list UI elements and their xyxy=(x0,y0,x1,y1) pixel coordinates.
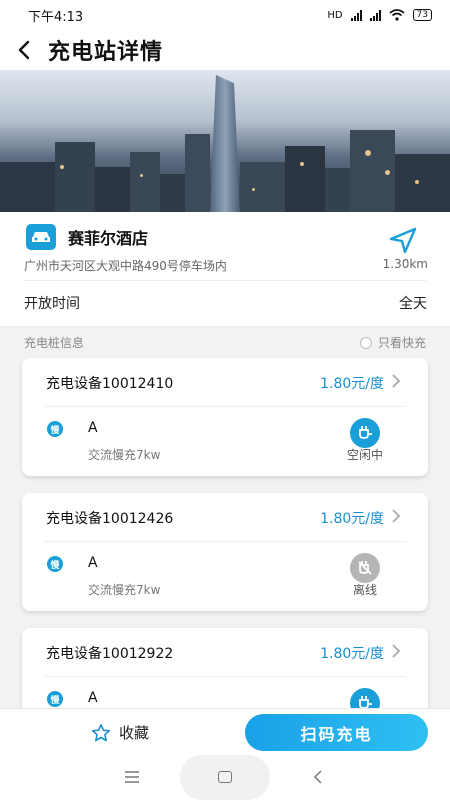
status-time: 下午4:13 xyxy=(28,9,84,25)
card-divider xyxy=(44,541,406,542)
device-name: 充电设备10012410 xyxy=(46,376,174,392)
wifi-icon xyxy=(389,9,405,21)
slow-charge-badge: 慢 xyxy=(47,691,63,707)
fast-charge-filter[interactable]: 只看快充 xyxy=(359,334,426,351)
device-price: 1.80元/度 xyxy=(320,646,384,662)
section-title: 充电桩信息 xyxy=(24,336,85,350)
station-name: 赛菲尔酒店 xyxy=(68,229,149,248)
port-type: 交流慢充7kw xyxy=(88,448,161,462)
section-divider xyxy=(0,326,450,327)
slow-charge-badge: 慢 xyxy=(47,556,63,572)
slow-charge-badge: 慢 xyxy=(47,421,63,437)
fast-charge-label: 只看快充 xyxy=(377,336,426,350)
port-id: A xyxy=(88,690,98,706)
status-bar: 下午4:13 HD 73 xyxy=(0,0,450,30)
car-icon xyxy=(26,224,56,250)
page-title: 充电站详情 xyxy=(48,40,164,65)
card-divider xyxy=(44,676,406,677)
device-card[interactable]: 充电设备10012426 1.80元/度 慢 A 交流慢充7kw 离线 xyxy=(22,493,428,611)
system-nav-bar xyxy=(0,755,450,800)
port-id: A xyxy=(88,420,98,436)
back-button[interactable] xyxy=(0,30,48,70)
hours-value: 全天 xyxy=(399,296,427,312)
device-price: 1.80元/度 xyxy=(320,376,384,392)
device-card[interactable]: 充电设备10012410 1.80元/度 慢 A 交流慢充7kw 空闲中 xyxy=(22,358,428,476)
chevron-right-icon xyxy=(392,644,401,658)
scan-charge-button[interactable]: 扫码充电 xyxy=(245,714,428,751)
favorite-button[interactable]: 收藏 xyxy=(91,722,149,743)
station-distance: 1.30km xyxy=(382,257,428,271)
card-divider xyxy=(44,406,406,407)
network-type: HD xyxy=(327,9,343,21)
action-bar: 收藏 扫码充电 xyxy=(0,708,450,755)
device-name: 充电设备10012922 xyxy=(46,646,174,662)
port-status: 离线 xyxy=(352,583,377,597)
port-type: 交流慢充7kw xyxy=(88,583,161,597)
status-icons: HD 73 xyxy=(327,9,432,21)
hours-label: 开放时间 xyxy=(24,296,80,312)
signal-icon xyxy=(350,9,362,21)
station-address: 广州市天河区大观中路490号停车场内 xyxy=(24,259,227,273)
home-icon[interactable] xyxy=(218,771,232,783)
back-arrow-icon xyxy=(18,40,30,60)
menu-icon[interactable] xyxy=(124,770,140,784)
plug-icon xyxy=(350,418,380,448)
port-id: A xyxy=(88,555,98,571)
fast-charge-radio[interactable] xyxy=(359,336,372,349)
navigate-icon[interactable] xyxy=(388,226,418,254)
device-price: 1.80元/度 xyxy=(320,511,384,527)
device-name: 充电设备10012426 xyxy=(46,511,174,527)
star-icon xyxy=(91,723,111,741)
plug-offline-icon xyxy=(350,553,380,583)
station-photo xyxy=(0,70,450,212)
battery-icon: 73 xyxy=(412,9,432,21)
header: 充电站详情 xyxy=(0,30,450,70)
signal-icon-2 xyxy=(369,9,381,21)
station-title-row: 赛菲尔酒店 xyxy=(26,224,148,250)
chevron-right-icon xyxy=(392,374,401,388)
system-back-icon[interactable] xyxy=(312,769,324,785)
divider xyxy=(24,280,426,281)
chevron-right-icon xyxy=(392,509,401,523)
port-status: 空闲中 xyxy=(346,448,383,462)
favorite-label: 收藏 xyxy=(119,724,150,742)
